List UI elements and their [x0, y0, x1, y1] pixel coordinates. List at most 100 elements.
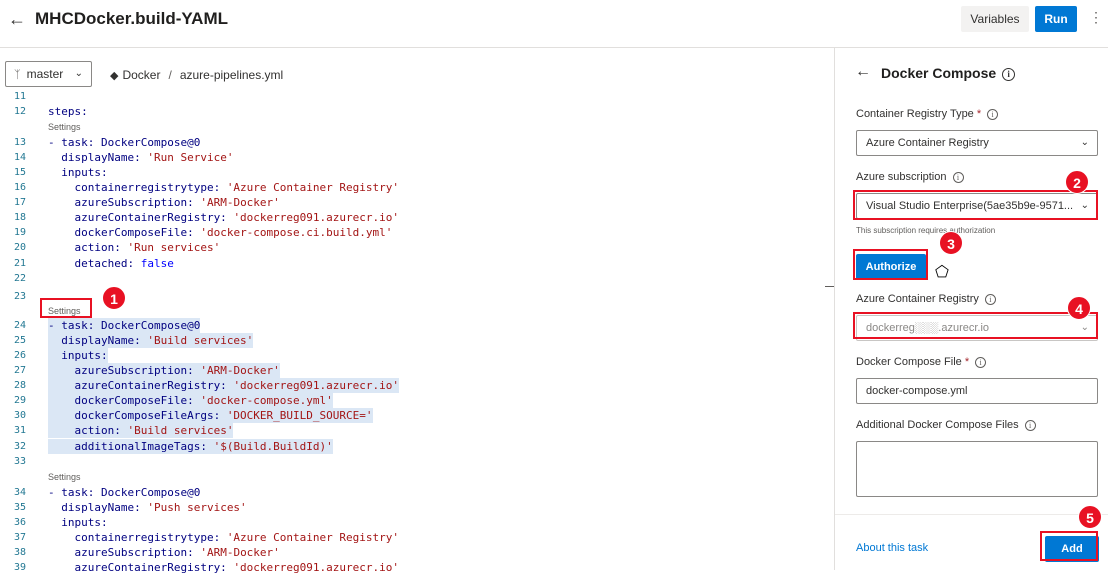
code-line: 24 - task: DockerCompose@0 [0, 318, 830, 333]
code-text: azureSubscription: 'ARM-Docker' [48, 363, 280, 378]
additional-files-textarea[interactable] [856, 441, 1098, 497]
line-number: 26 [13, 350, 26, 361]
code-text: azureContainerRegistry: 'dockerreg091.az… [48, 378, 400, 393]
line-number: 11 [13, 91, 26, 102]
code-value: 'ARM-Docker' [200, 364, 280, 377]
info-icon[interactable]: i [1024, 419, 1036, 431]
label-text: Azure subscription [856, 171, 947, 183]
label-text: Container Registry Type [856, 108, 974, 120]
line-number: 37 [13, 532, 26, 543]
panel-title: Docker Compose i [881, 65, 1016, 81]
code-text: - task: DockerCompose@0 [48, 136, 201, 149]
code-value: 'docker-compose.yml' [200, 394, 333, 407]
back-arrow-icon[interactable]: ← [855, 63, 871, 81]
line-number: 27 [13, 365, 26, 376]
back-arrow-icon[interactable]: ← [8, 9, 26, 30]
info-icon[interactable]: i [1002, 67, 1016, 81]
code-line: 33 [0, 454, 830, 469]
code-key: azureContainerRegistry: [48, 379, 234, 392]
code-key: containerregistrytype: [48, 531, 227, 544]
settings-link[interactable]: Settings [48, 122, 81, 132]
code-value: 'Build services' [127, 424, 234, 437]
line-number: 23 [13, 291, 26, 302]
code-value: 'Run services' [127, 241, 221, 254]
code-line: 20 action: 'Run services' [0, 240, 830, 255]
about-task-link[interactable]: About this task [856, 542, 928, 554]
annotation-badge-5: 5 [1078, 505, 1102, 529]
code-text: - task: DockerCompose@0 [48, 486, 201, 499]
code-text: containerregistrytype: 'Azure Container … [48, 530, 399, 545]
code-value: 'dockerreg091.azurecr.io' [233, 379, 400, 392]
line-number: 17 [13, 197, 26, 208]
code-value: 'docker-compose.ci.build.yml' [200, 226, 393, 239]
variables-button[interactable]: Variables [961, 6, 1029, 32]
code-text: azureSubscription: 'ARM-Docker' [48, 195, 279, 210]
registry-type-select[interactable]: Azure Container Registry ⌄ [856, 130, 1098, 156]
annotation-badge-1: 1 [102, 286, 126, 310]
compose-file-input[interactable]: docker-compose.yml [856, 378, 1098, 404]
code-value: 'Build services' [147, 334, 254, 347]
code-line: 32 additionalImageTags: '$(Build.BuildId… [0, 439, 830, 454]
code-line: 25 displayName: 'Build services' [0, 333, 830, 348]
code-key: azureContainerRegistry: [48, 211, 234, 224]
code-value: '$(Build.BuildId)' [213, 440, 333, 453]
code-line: 26 inputs: [0, 348, 830, 363]
info-icon[interactable]: i [952, 171, 964, 183]
line-number: 22 [13, 273, 26, 284]
line-number: 20 [13, 242, 26, 253]
label-text: Additional Docker Compose Files [856, 419, 1019, 431]
annotation-box-5 [1040, 531, 1098, 561]
line-number: 13 [13, 137, 26, 148]
line-number: 28 [13, 380, 26, 391]
code-key: additionalImageTags: [48, 440, 214, 453]
code-value: 'dockerreg091.azurecr.io' [233, 211, 400, 224]
code-key: displayName: [48, 334, 148, 347]
code-key: action: [48, 424, 128, 437]
code-line: 11 [0, 89, 830, 104]
code-text: dockerComposeFile: 'docker-compose.yml' [48, 393, 333, 408]
breadcrumb: ◆ Docker / azure-pipelines.yml [110, 68, 283, 82]
panel-title-text: Docker Compose [881, 65, 997, 81]
line-number: 38 [13, 547, 26, 558]
annotation-box-2 [853, 190, 1098, 220]
info-icon[interactable]: i [984, 293, 996, 305]
info-icon[interactable]: i [975, 356, 987, 368]
code-text: azureSubscription: 'ARM-Docker' [48, 545, 280, 560]
settings-link[interactable]: Settings [48, 472, 81, 482]
code-key: azureSubscription: [48, 196, 201, 209]
more-options-icon[interactable]: ⋮ [1089, 9, 1103, 26]
run-button[interactable]: Run [1035, 6, 1077, 32]
code-text: dockerComposeFile: 'docker-compose.ci.bu… [48, 225, 392, 240]
code-line: 19 dockerComposeFile: 'docker-compose.ci… [0, 225, 830, 240]
code-value: 'ARM-Docker' [200, 546, 280, 559]
code-key: containerregistrytype: [48, 181, 227, 194]
line-number: 33 [13, 456, 26, 467]
info-icon[interactable]: i [987, 108, 999, 120]
line-number: 39 [13, 562, 26, 573]
chevron-down-icon: ⌄ [1076, 131, 1089, 155]
code-value: false [140, 257, 174, 270]
select-value: Azure Container Registry [866, 137, 989, 149]
line-number: 31 [13, 425, 26, 436]
yaml-editor[interactable]: 11 12 steps: Settings 13 - task: DockerCom… [0, 91, 834, 574]
code-line: 16 containerregistrytype: 'Azure Contain… [0, 180, 830, 195]
breadcrumb-repo[interactable]: Docker [122, 68, 160, 82]
chevron-down-icon: ⌄ [74, 68, 83, 79]
code-line: 35 displayName: 'Push services' [0, 500, 830, 515]
line-number: 25 [13, 335, 26, 346]
branch-selector[interactable]: ᛉ master ⌄ [5, 61, 92, 87]
code-line: 31 action: 'Build services' [0, 423, 830, 438]
code-value: 'Azure Container Registry' [226, 181, 399, 194]
line-number: 35 [13, 502, 26, 513]
line-number: 21 [13, 258, 26, 269]
annotation-badge-3: 3 [939, 231, 963, 255]
panel-splitter[interactable] [825, 286, 834, 287]
breadcrumb-file[interactable]: azure-pipelines.yml [180, 68, 283, 82]
code-text: displayName: 'Build services' [48, 333, 254, 348]
code-line: 34 - task: DockerCompose@0 [0, 485, 830, 500]
code-key: displayName: [48, 151, 148, 164]
line-number: 30 [13, 410, 26, 421]
code-text: action: 'Run services' [48, 240, 220, 255]
code-line: 39 azureContainerRegistry: 'dockerreg091… [0, 560, 830, 575]
code-line: 12 steps: [0, 104, 830, 119]
